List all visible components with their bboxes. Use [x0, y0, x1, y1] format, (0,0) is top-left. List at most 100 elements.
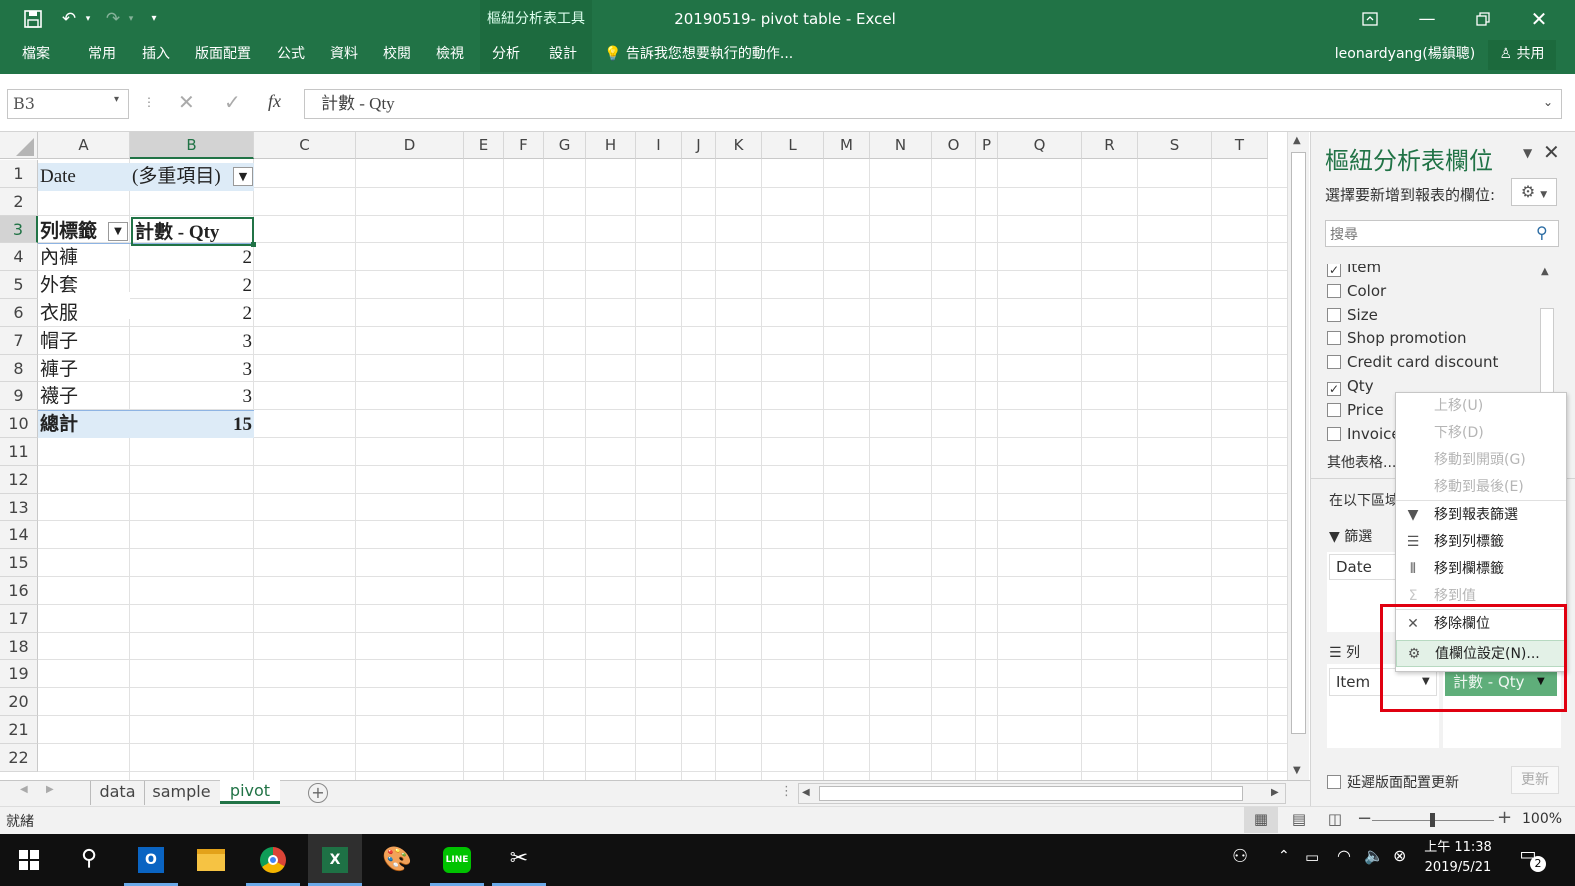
sheet-tab-sample[interactable]: sample — [144, 781, 218, 805]
pivot-row-value[interactable]: 3 — [132, 356, 253, 383]
row-header[interactable]: 18 — [0, 632, 38, 661]
column-header[interactable]: J — [682, 132, 716, 159]
normal-view-icon[interactable]: ▦ — [1244, 807, 1278, 833]
filter-value-cell[interactable]: (多重項目) — [132, 163, 230, 190]
notification-center-icon[interactable]: ▭ 2 — [1514, 844, 1546, 872]
row-header[interactable]: 20 — [0, 688, 38, 716]
field-item[interactable]: Invoice — [1327, 425, 1401, 443]
volume-icon[interactable]: 🔈 — [1364, 846, 1384, 865]
tab-file[interactable]: 檔案 — [10, 38, 62, 74]
outlook-icon[interactable]: O — [124, 834, 178, 886]
checkbox[interactable] — [1327, 355, 1341, 370]
row-header[interactable]: 4 — [0, 243, 38, 272]
row-header[interactable]: 10 — [0, 410, 38, 438]
pivot-row-value[interactable]: 3 — [132, 383, 253, 410]
tab-data[interactable]: 資料 — [320, 38, 368, 74]
pivot-row-label[interactable]: 襪子 — [40, 383, 126, 410]
field-scroll-thumb[interactable] — [1540, 308, 1554, 396]
row-header[interactable]: 13 — [0, 493, 38, 522]
row-header[interactable]: 2 — [0, 187, 38, 216]
windows-start-icon[interactable] — [2, 834, 56, 886]
pivot-row-label[interactable]: 帽子 — [40, 328, 126, 355]
context-menu-item[interactable]: ▼ 移到報表篩選 — [1396, 502, 1566, 529]
context-menu-item[interactable]: 移動到最後(E) — [1396, 474, 1566, 501]
vertical-scrollbar[interactable]: ▲ ▼ — [1287, 132, 1309, 780]
snipping-tool-icon[interactable]: ✂ — [492, 834, 546, 886]
column-header[interactable]: F — [504, 132, 544, 159]
row-header[interactable]: 21 — [0, 716, 38, 744]
line-icon[interactable]: LINE — [430, 834, 484, 886]
taskbar-clock[interactable]: 上午 11:38 2019/5/21 — [1418, 838, 1498, 878]
tab-formulas[interactable]: 公式 — [268, 38, 314, 74]
restore-icon[interactable] — [1470, 0, 1496, 40]
tray-expand-icon[interactable]: ⌃ — [1278, 848, 1290, 864]
paint-icon[interactable]: 🎨 — [370, 834, 424, 886]
pivot-row-label[interactable]: 褲子 — [40, 356, 126, 383]
grand-total-label[interactable]: 總計 — [40, 411, 126, 438]
hscroll-thumb[interactable] — [819, 786, 1243, 801]
defer-checkbox-box[interactable] — [1327, 775, 1341, 789]
column-header[interactable]: R — [1082, 132, 1138, 159]
field-search-input[interactable]: 搜尋 ⚲ — [1325, 220, 1559, 247]
expand-formula-icon[interactable]: ⌄ — [1543, 95, 1553, 109]
file-explorer-icon[interactable] — [184, 834, 238, 886]
pivot-row-value[interactable]: 3 — [132, 328, 253, 355]
customize-toolbar-icon[interactable]: ▾ — [146, 0, 162, 38]
add-sheet-icon[interactable]: + — [308, 783, 328, 803]
zoom-slider-thumb[interactable] — [1430, 813, 1435, 827]
wifi-icon[interactable]: ◠ — [1337, 846, 1351, 865]
zoom-in-icon[interactable]: + — [1497, 807, 1512, 828]
minimize-icon[interactable]: — — [1414, 0, 1440, 38]
column-header[interactable]: I — [636, 132, 682, 159]
cancel-icon[interactable]: ✕ — [178, 90, 195, 114]
row-header[interactable]: 9 — [0, 382, 38, 411]
tell-me-box[interactable]: 💡 告訴我您想要執行的動作... — [604, 38, 793, 72]
scroll-thumb[interactable] — [1291, 152, 1306, 734]
name-box[interactable]: B3 — [7, 89, 129, 119]
checkbox[interactable] — [1327, 307, 1341, 322]
undo-dropdown-icon[interactable]: ▾ — [82, 0, 94, 38]
column-header[interactable]: G — [544, 132, 586, 159]
worksheet-grid[interactable]: ABCDEFGHIJKLMNOPQRST 1 2 3 4 5 6 7 8 9 10 11 12 13 14… — [0, 132, 1310, 780]
tab-analyze[interactable]: 分析 — [482, 38, 530, 74]
checkbox[interactable] — [1327, 426, 1341, 441]
split-grip-icon[interactable]: ⋮ — [780, 784, 793, 799]
checked-checkbox[interactable]: ✓ — [1327, 264, 1341, 277]
next-sheet-icon[interactable]: ▶ — [46, 784, 54, 795]
formula-input[interactable]: 計數 - Qty — [304, 89, 1562, 119]
row-labels-header[interactable]: 列標籤 — [40, 218, 110, 245]
battery-icon[interactable]: ▭ — [1305, 848, 1319, 866]
pane-close-icon[interactable]: ✕ — [1543, 140, 1560, 164]
row-header[interactable]: 22 — [0, 743, 38, 772]
user-name[interactable]: leonardyang(楊鎮聰) — [1330, 38, 1480, 72]
checkbox[interactable] — [1327, 283, 1341, 298]
zoom-out-icon[interactable]: − — [1357, 808, 1372, 829]
row-labels-dropdown-icon[interactable]: ▼ — [108, 222, 128, 241]
column-header[interactable]: T — [1212, 132, 1268, 159]
page-layout-view-icon[interactable]: ▤ — [1284, 807, 1314, 833]
row-header[interactable]: 14 — [0, 521, 38, 550]
pane-options-dropdown-icon[interactable]: ▼ — [1523, 146, 1532, 160]
column-header[interactable]: M — [824, 132, 870, 159]
row-header[interactable]: 6 — [0, 299, 38, 327]
context-menu-item[interactable]: ☰ 移到列標籤 — [1396, 529, 1566, 556]
ribbon-display-icon[interactable] — [1357, 0, 1383, 40]
zoom-level[interactable]: 100% — [1522, 811, 1562, 827]
context-menu-item[interactable]: 上移(U) — [1396, 393, 1566, 420]
column-header[interactable]: H — [586, 132, 636, 159]
column-header[interactable]: P — [976, 132, 998, 159]
tab-view[interactable]: 檢視 — [426, 38, 474, 74]
row-header[interactable]: 8 — [0, 354, 38, 383]
pivot-row-value[interactable]: 2 — [132, 272, 253, 299]
undo-icon[interactable]: ↶ — [57, 0, 81, 38]
close-icon[interactable]: ✕ — [1526, 0, 1552, 38]
column-header[interactable]: K — [716, 132, 762, 159]
field-item[interactable]: Shop promotion — [1327, 329, 1467, 347]
field-item[interactable]: Color — [1327, 282, 1386, 300]
pivot-row-label[interactable]: 衣服 — [40, 300, 126, 327]
select-all-corner[interactable] — [0, 132, 38, 159]
scroll-left-icon[interactable]: ◀ — [802, 787, 810, 798]
scroll-up-icon[interactable]: ▲ — [1293, 135, 1301, 146]
excel-taskbar-icon[interactable]: X — [308, 834, 362, 886]
defer-update-checkbox[interactable]: 延遲版面配置更新 — [1327, 772, 1459, 792]
